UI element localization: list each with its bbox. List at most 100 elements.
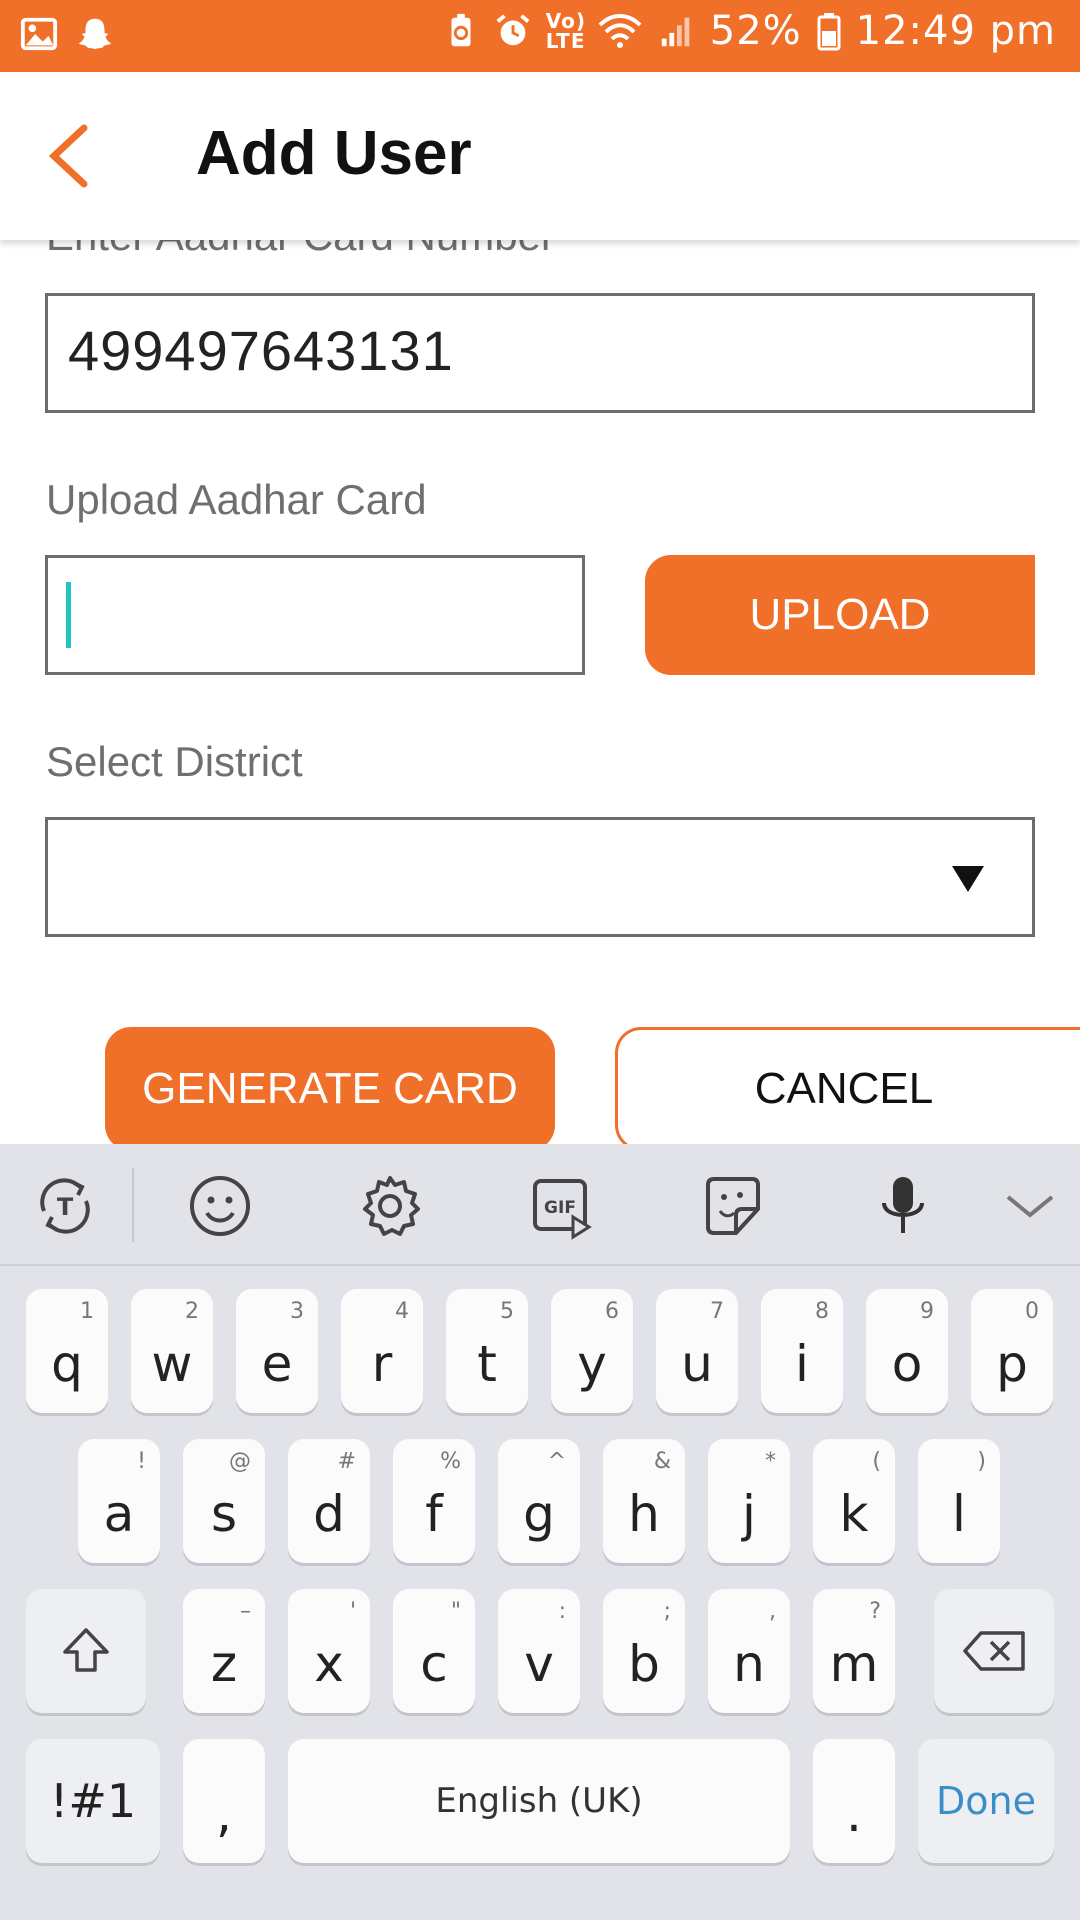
aadhar-number-value: 499497643131 bbox=[68, 319, 454, 382]
shift-key[interactable] bbox=[26, 1589, 146, 1713]
key-v[interactable]: :v bbox=[498, 1589, 580, 1713]
key-m[interactable]: ? m bbox=[813, 1589, 895, 1713]
space-key[interactable]: English (UK) bbox=[288, 1739, 790, 1863]
on-screen-keyboard: T GIF 1 q 2 w 3 e 4 r 5 t 6 y 7 u 8 i 9 … bbox=[0, 1144, 1080, 1920]
alarm-icon bbox=[496, 14, 530, 46]
collapse-icon[interactable] bbox=[1000, 1171, 1070, 1241]
shift-icon bbox=[26, 1589, 146, 1713]
key-label: z bbox=[210, 1635, 238, 1693]
upload-aadhar-input[interactable] bbox=[45, 555, 585, 675]
key-label: . bbox=[846, 1785, 862, 1843]
wifi-icon bbox=[598, 14, 642, 48]
key-o[interactable]: 9o bbox=[866, 1289, 948, 1413]
key-l[interactable]: ) l bbox=[918, 1439, 1000, 1563]
gif-icon[interactable]: GIF bbox=[527, 1171, 597, 1241]
key-label: e bbox=[261, 1335, 293, 1393]
done-key-label: Done bbox=[936, 1779, 1036, 1823]
key-label: u bbox=[681, 1335, 713, 1393]
key-i[interactable]: 8i bbox=[761, 1289, 843, 1413]
signal-icon bbox=[661, 17, 690, 47]
key-hint: 4 bbox=[395, 1299, 409, 1324]
page-title: Add User bbox=[196, 119, 472, 188]
add-user-form: Enter Aadhar Card Number 499497643131 Up… bbox=[0, 240, 1080, 1144]
toolbar-divider bbox=[132, 1168, 134, 1242]
key-label: x bbox=[314, 1635, 344, 1693]
key-label: f bbox=[425, 1485, 443, 1543]
aadhar-number-input[interactable]: 499497643131 bbox=[45, 293, 1035, 413]
key-p[interactable]: 0p bbox=[971, 1289, 1053, 1413]
key-s[interactable]: @ s bbox=[183, 1439, 265, 1563]
key-label: s bbox=[210, 1485, 238, 1543]
key-e[interactable]: 3e bbox=[236, 1289, 318, 1413]
district-select[interactable] bbox=[45, 817, 1035, 937]
key-label: v bbox=[524, 1635, 554, 1693]
backspace-key[interactable] bbox=[934, 1589, 1054, 1713]
key-c[interactable]: " c bbox=[393, 1589, 475, 1713]
svg-text:T: T bbox=[57, 1193, 74, 1221]
key-hint: ! bbox=[137, 1449, 146, 1474]
key-w[interactable]: 2w bbox=[131, 1289, 213, 1413]
key-j[interactable]: * j bbox=[708, 1439, 790, 1563]
space-key-label: English (UK) bbox=[435, 1781, 643, 1821]
key-n[interactable]: ,n bbox=[708, 1589, 790, 1713]
dropdown-arrow-icon bbox=[952, 866, 984, 892]
key-hint: 7 bbox=[710, 1299, 724, 1324]
aadhar-number-label: Enter Aadhar Card Number bbox=[46, 240, 555, 260]
period-key[interactable]: . bbox=[813, 1739, 895, 1863]
key-u[interactable]: 7u bbox=[656, 1289, 738, 1413]
comma-key[interactable]: , bbox=[183, 1739, 265, 1863]
key-hint: " bbox=[450, 1599, 461, 1624]
volte-icon: Vo) LTE bbox=[545, 9, 587, 53]
sticker-icon[interactable] bbox=[698, 1171, 768, 1241]
key-label: q bbox=[51, 1335, 83, 1393]
chevron-left-icon[interactable] bbox=[40, 118, 100, 194]
key-hint: 1 bbox=[80, 1299, 94, 1324]
app-bar: Add User bbox=[0, 72, 1080, 240]
symbols-key[interactable]: !#1 bbox=[26, 1739, 160, 1863]
key-label: t bbox=[477, 1335, 497, 1393]
key-label: o bbox=[891, 1335, 923, 1393]
key-hint: 3 bbox=[290, 1299, 304, 1324]
key-f[interactable]: % f bbox=[393, 1439, 475, 1563]
key-label: l bbox=[952, 1485, 966, 1543]
generate-card-button[interactable]: GENERATE CARD bbox=[105, 1027, 555, 1144]
key-b[interactable]: ; b bbox=[603, 1589, 685, 1713]
cancel-button-label: CANCEL bbox=[754, 1064, 934, 1113]
key-z[interactable]: – z bbox=[183, 1589, 265, 1713]
key-hint: @ bbox=[229, 1449, 251, 1474]
upload-button[interactable]: UPLOAD bbox=[645, 555, 1035, 675]
key-label: g bbox=[523, 1485, 555, 1543]
key-hint: ( bbox=[872, 1449, 881, 1474]
key-y[interactable]: 6y bbox=[551, 1289, 633, 1413]
mic-icon[interactable] bbox=[868, 1171, 938, 1241]
key-hint: 5 bbox=[500, 1299, 514, 1324]
keyboard-toolbar: T GIF bbox=[0, 1144, 1080, 1266]
translate-icon[interactable]: T bbox=[30, 1171, 100, 1241]
done-key[interactable]: Done bbox=[918, 1739, 1054, 1863]
key-label: m bbox=[829, 1635, 879, 1693]
key-t[interactable]: 5t bbox=[446, 1289, 528, 1413]
key-label: y bbox=[577, 1335, 607, 1393]
key-k[interactable]: (k bbox=[813, 1439, 895, 1563]
key-hint: * bbox=[765, 1449, 776, 1474]
key-hint: ? bbox=[869, 1599, 881, 1624]
svg-text:GIF: GIF bbox=[544, 1198, 576, 1218]
key-hint: % bbox=[440, 1449, 461, 1474]
key-d[interactable]: # d bbox=[288, 1439, 370, 1563]
key-r[interactable]: 4r bbox=[341, 1289, 423, 1413]
cancel-button[interactable]: CANCEL bbox=[615, 1027, 1080, 1144]
key-hint: 8 bbox=[815, 1299, 829, 1324]
key-label: p bbox=[996, 1335, 1028, 1393]
key-x[interactable]: ' x bbox=[288, 1589, 370, 1713]
key-q[interactable]: 1q bbox=[26, 1289, 108, 1413]
settings-icon[interactable] bbox=[355, 1171, 425, 1241]
backspace-icon bbox=[934, 1589, 1054, 1713]
key-label: j bbox=[742, 1485, 756, 1543]
key-g[interactable]: ^ g bbox=[498, 1439, 580, 1563]
key-a[interactable]: ! a bbox=[78, 1439, 160, 1563]
key-h[interactable]: & h bbox=[603, 1439, 685, 1563]
emoji-icon[interactable] bbox=[185, 1171, 255, 1241]
battery-icon bbox=[817, 13, 841, 51]
key-hint: ^ bbox=[547, 1449, 566, 1474]
upload-aadhar-label: Upload Aadhar Card bbox=[46, 476, 427, 523]
